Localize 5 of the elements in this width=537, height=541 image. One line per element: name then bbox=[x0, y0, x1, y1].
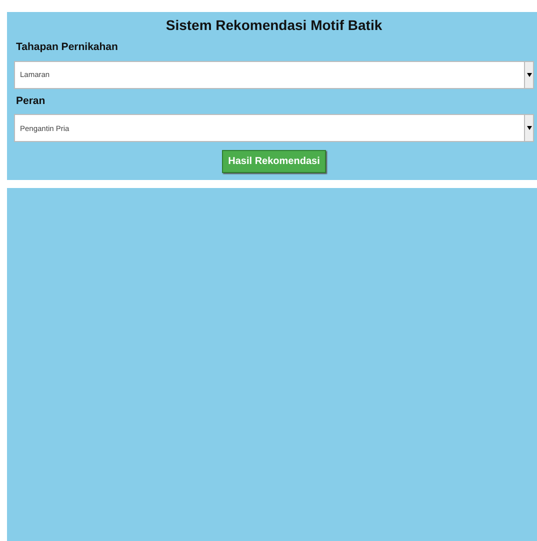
caret-icon bbox=[526, 126, 532, 130]
caret-icon bbox=[526, 72, 532, 77]
field-label: Tahapan Pernikahan bbox=[16, 40, 119, 55]
page-title: Sistem Rekomendasi Motif Batik bbox=[164, 17, 384, 34]
field-label: Peran bbox=[16, 94, 46, 109]
